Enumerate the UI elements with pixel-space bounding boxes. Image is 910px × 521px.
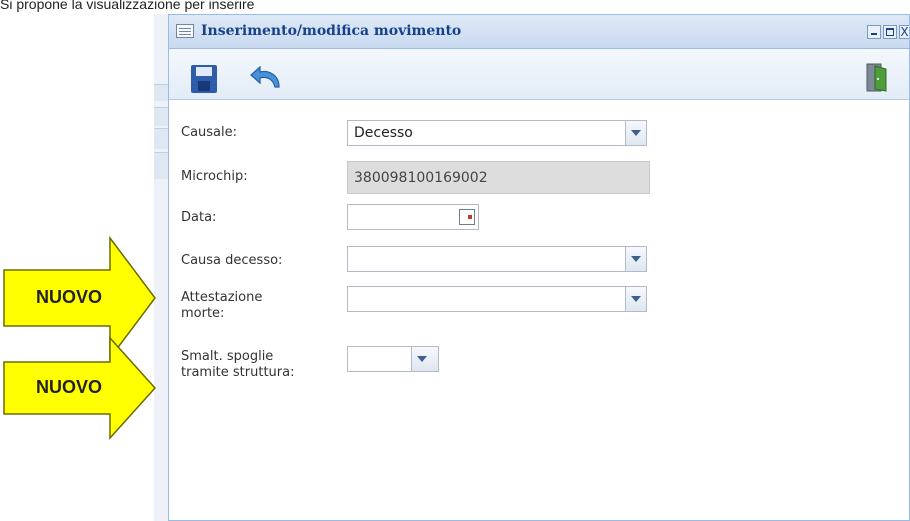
chevron-down-icon[interactable] [625,121,646,145]
date-field[interactable] [347,204,479,230]
attestazione-label-line2: morte: [181,306,225,321]
minimize-button[interactable] [867,25,881,39]
close-button[interactable]: X [899,25,909,39]
form-window-icon [176,24,194,38]
chevron-down-icon[interactable] [625,287,646,311]
maximize-button[interactable] [883,25,897,39]
window-controls: X [867,25,909,39]
causale-combobox[interactable]: Decesso [347,120,647,146]
window-title: Inserimento/modifica movimento [201,23,462,39]
smalt-label-line1: Smalt. spoglie [181,349,274,364]
window-titlebar[interactable]: Inserimento/modifica movimento X [169,15,909,49]
attestazione-morte-combobox[interactable] [347,286,647,312]
exit-door-icon[interactable] [866,63,888,93]
causale-value: Decesso [354,125,413,141]
movement-dialog-window: Inserimento/modifica movimento X Causale… [168,14,910,521]
microchip-label: Microchip: [181,169,248,184]
microchip-field: 380098100169002 [347,161,650,194]
calendar-icon[interactable] [454,205,478,229]
chevron-down-icon[interactable] [625,247,646,271]
new-arrow-annotation [3,336,157,440]
new-label: NUOVO [36,287,103,307]
top-caption-text: Si propone la visualizzazione per inseri… [0,0,255,12]
causa-decesso-label: Causa decesso: [181,253,283,268]
microchip-value: 380098100169002 [354,170,488,186]
dialog-toolbar [169,49,909,100]
chevron-down-icon[interactable] [411,347,438,371]
smalt-spoglie-combobox[interactable] [347,346,439,372]
causa-decesso-combobox[interactable] [347,246,647,272]
data-label: Data: [181,210,217,225]
undo-icon[interactable] [249,63,285,93]
causale-label: Causale: [181,125,238,140]
new-label: NUOVO [36,377,103,397]
smalt-label-line2: tramite struttura: [181,365,295,380]
save-icon[interactable] [191,65,217,93]
attestazione-label-line1: Attestazione [181,290,263,305]
